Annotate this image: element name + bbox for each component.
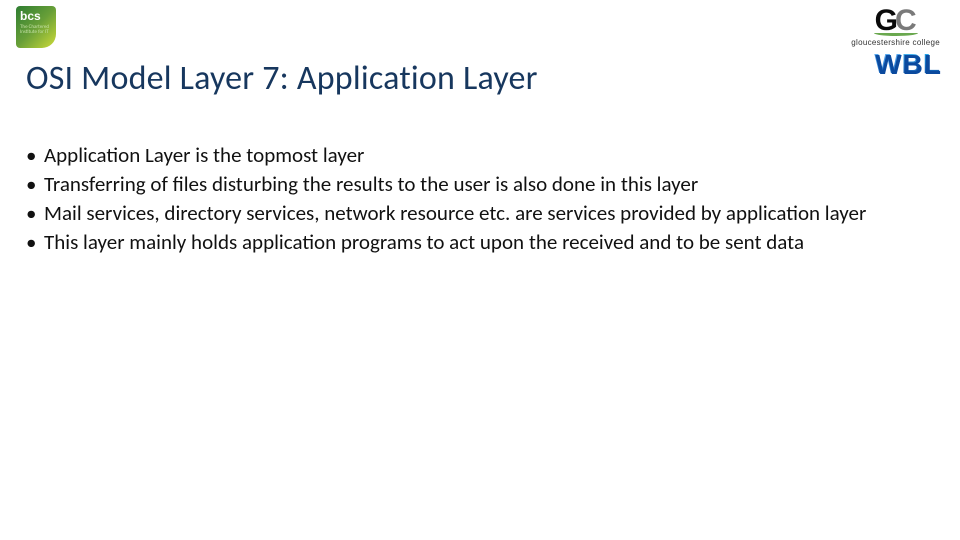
wbl-logo: W B L	[874, 50, 940, 78]
bcs-logo-text: bcs	[16, 6, 45, 26]
bullet-list: Application Layer is the topmost layer T…	[26, 142, 940, 256]
gc-logo-label: gloucestershire college	[851, 38, 940, 47]
list-item: Transferring of files disturbing the res…	[26, 171, 940, 198]
list-item: Application Layer is the topmost layer	[26, 142, 940, 169]
slide-body: Application Layer is the topmost layer T…	[26, 142, 940, 258]
bcs-badge-icon: bcs The Chartered Institute for IT	[16, 6, 56, 48]
slide: bcs The Chartered Institute for IT G C g…	[0, 0, 960, 540]
slide-title: OSI Model Layer 7: Application Layer	[26, 58, 538, 99]
bcs-logo-subtext: The Chartered Institute for IT	[16, 25, 56, 35]
wbl-letter-l: L	[923, 50, 940, 78]
wbl-letter-w: W	[874, 50, 900, 78]
wbl-letter-b: B	[902, 50, 922, 78]
bcs-logo: bcs The Chartered Institute for IT	[16, 6, 56, 48]
swoosh-icon	[874, 30, 918, 36]
list-item: Mail services, directory services, netwo…	[26, 200, 940, 227]
list-item: This layer mainly holds application prog…	[26, 229, 940, 256]
gc-logo: G C gloucestershire college	[851, 6, 940, 47]
